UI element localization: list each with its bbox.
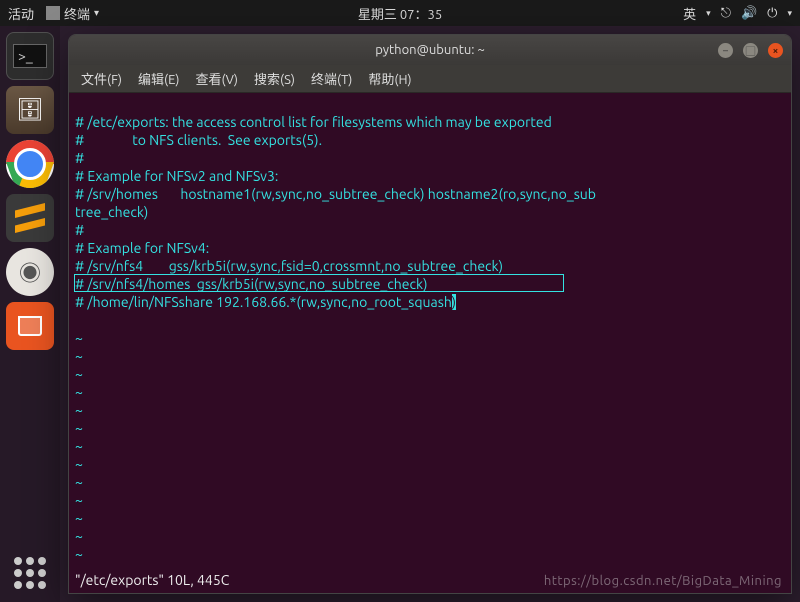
editor-line: # /srv/nfs4 gss/krb5i(rw,sync,fsid=0,cro…	[75, 258, 503, 274]
dock-item-rhythmbox[interactable]: ◉	[6, 248, 54, 296]
app-menu[interactable]: 终端 ▾	[46, 4, 99, 23]
power-icon[interactable]: ⏻	[767, 6, 777, 21]
dock-item-software[interactable]	[6, 302, 54, 350]
menu-terminal[interactable]: 终端(T)	[305, 67, 358, 90]
menu-edit[interactable]: 编辑(E)	[132, 67, 185, 90]
gnome-top-panel: 活动 终端 ▾ 星期三 07：35 英 ▾ ⎋ 🔊 ⏻ ▾	[0, 0, 800, 26]
vim-empty-line: ~	[75, 420, 83, 436]
vim-empty-line: ~	[75, 366, 83, 382]
dock-item-sublime[interactable]	[6, 194, 54, 242]
editor-line: # /srv/homes hostname1(rw,sync,no_subtre…	[75, 186, 596, 202]
window-titlebar[interactable]: python@ubuntu: ~ – ▢ ×	[69, 35, 791, 65]
terminal-content[interactable]: # /etc/exports: the access control list …	[69, 93, 791, 593]
vim-empty-line: ~	[75, 492, 83, 508]
editor-line: # Example for NFSv4:	[75, 240, 209, 256]
vim-status-line: "/etc/exports" 10L, 445C	[75, 571, 229, 589]
editor-line: # /etc/exports: the access control list …	[75, 114, 552, 130]
chevron-down-icon: ▾	[787, 8, 792, 19]
status-area[interactable]: 英 ▾ ⎋ 🔊 ⏻ ▾	[683, 4, 792, 23]
input-method-indicator[interactable]: 英	[683, 4, 696, 23]
window-controls: – ▢ ×	[718, 43, 783, 58]
editor-line: #	[75, 150, 84, 166]
vim-empty-line: ~	[75, 528, 83, 544]
dock-item-chrome[interactable]	[6, 140, 54, 188]
activities-button[interactable]: 活动	[8, 4, 34, 23]
chevron-down-icon: ▾	[94, 7, 99, 19]
vim-empty-line: ~	[75, 384, 83, 400]
vim-empty-line: ~	[75, 474, 83, 490]
window-title: python@ubuntu: ~	[375, 43, 485, 57]
dock: >_ 🗄 ◉	[0, 26, 60, 602]
editor-line: tree_check)	[75, 204, 148, 220]
terminal-window: python@ubuntu: ~ – ▢ × 文件(F) 编辑(E) 查看(V)…	[68, 34, 792, 594]
menubar: 文件(F) 编辑(E) 查看(V) 搜索(S) 终端(T) 帮助(H)	[69, 65, 791, 93]
terminal-icon	[46, 6, 60, 20]
vim-empty-line: ~	[75, 402, 83, 418]
vim-empty-line: ~	[75, 510, 83, 526]
dock-item-files[interactable]: 🗄	[6, 86, 54, 134]
close-button[interactable]: ×	[768, 43, 783, 58]
vim-empty-line: ~	[75, 546, 83, 562]
editor-line: # Example for NFSv2 and NFSv3:	[75, 168, 278, 184]
editor-line: # to NFS clients. See exports(5).	[75, 132, 322, 148]
chevron-down-icon: ▾	[706, 8, 711, 19]
cursor: )	[452, 294, 456, 310]
network-icon[interactable]: ⎋	[721, 6, 731, 21]
vim-empty-line: ~	[75, 456, 83, 472]
menu-search[interactable]: 搜索(S)	[248, 67, 301, 90]
maximize-button[interactable]: ▢	[743, 43, 758, 58]
show-applications-button[interactable]	[11, 554, 49, 592]
menu-view[interactable]: 查看(V)	[190, 67, 244, 90]
vim-empty-line: ~	[75, 330, 83, 346]
minimize-button[interactable]: –	[718, 43, 733, 58]
menu-help[interactable]: 帮助(H)	[362, 67, 417, 90]
editor-line: # /home/lin/NFSshare 192.168.66.*(rw,syn…	[75, 294, 456, 310]
vim-empty-line: ~	[75, 438, 83, 454]
menu-file[interactable]: 文件(F)	[75, 67, 128, 90]
editor-line: #	[75, 222, 84, 238]
clock[interactable]: 星期三 07：35	[358, 4, 442, 23]
vim-empty-line: ~	[75, 348, 83, 364]
app-menu-label: 终端	[64, 4, 90, 23]
volume-icon[interactable]: 🔊	[741, 6, 757, 21]
editor-line: # /srv/nfs4/homes gss/krb5i(rw,sync,no_s…	[75, 276, 428, 292]
dock-item-terminal[interactable]: >_	[6, 32, 54, 80]
